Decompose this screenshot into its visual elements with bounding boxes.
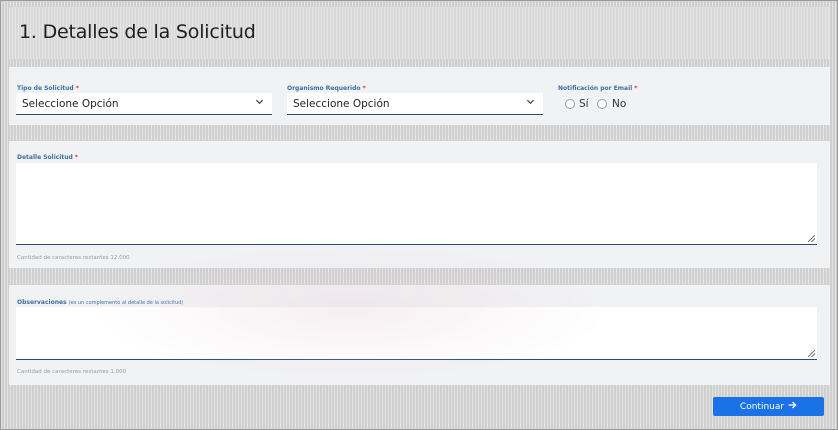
page-title: 1. Detalles de la Solicitud bbox=[19, 21, 256, 43]
radio-no[interactable] bbox=[597, 99, 607, 109]
resize-handle-icon[interactable] bbox=[808, 350, 815, 357]
observaciones-textarea[interactable] bbox=[16, 307, 817, 360]
section-header: 1. Detalles de la Solicitud bbox=[9, 7, 829, 59]
required-mark: * bbox=[75, 85, 79, 92]
radio-si[interactable] bbox=[565, 99, 575, 109]
tipo-solicitud-select[interactable]: Seleccione Opción bbox=[16, 93, 272, 115]
continue-button-label: Continuar bbox=[739, 401, 785, 412]
resize-handle-icon[interactable] bbox=[808, 235, 815, 242]
organismo-requerido-label: Organismo Requerido * bbox=[287, 85, 366, 92]
observaciones-label-text: Observaciones bbox=[17, 299, 67, 306]
detalle-solicitud-label-text: Detalle Solicitud bbox=[17, 154, 73, 161]
continue-button[interactable]: Continuar bbox=[713, 397, 824, 416]
observaciones-sublabel: (es un complemento al detalle de la soli… bbox=[68, 300, 184, 306]
observaciones-label: Observaciones (es un complemento al deta… bbox=[17, 299, 183, 306]
required-mark: * bbox=[74, 154, 78, 161]
organismo-requerido-label-text: Organismo Requerido bbox=[287, 85, 361, 92]
tipo-solicitud-label-text: Tipo de Solicitud bbox=[17, 85, 74, 92]
arrow-right-icon bbox=[788, 401, 797, 412]
required-mark: * bbox=[634, 85, 638, 92]
page-frame: 1. Detalles de la Solicitud Tipo de Soli… bbox=[0, 0, 838, 430]
observaciones-char-counter: Cantidad de caracteres restantes 1.000 bbox=[17, 369, 127, 375]
tipo-solicitud-label: Tipo de Solicitud * bbox=[17, 85, 79, 92]
organismo-requerido-select[interactable]: Seleccione Opción bbox=[287, 93, 543, 115]
tipo-solicitud-value: Seleccione Opción bbox=[22, 98, 119, 110]
detalle-solicitud-label: Detalle Solicitud * bbox=[17, 154, 78, 161]
notificacion-email-label-text: Notificación por Email bbox=[558, 85, 633, 92]
chevron-down-icon bbox=[526, 97, 535, 109]
radio-si-label[interactable]: Sí bbox=[579, 98, 589, 110]
detalle-char-counter: Cantidad de caracteres restantes 12.000 bbox=[17, 255, 130, 261]
chevron-down-icon bbox=[255, 97, 264, 109]
notificacion-email-label: Notificación por Email * bbox=[558, 85, 637, 92]
organismo-requerido-value: Seleccione Opción bbox=[293, 98, 390, 110]
detalle-solicitud-textarea[interactable] bbox=[16, 163, 817, 245]
radio-no-label[interactable]: No bbox=[612, 98, 626, 110]
required-mark: * bbox=[362, 85, 366, 92]
